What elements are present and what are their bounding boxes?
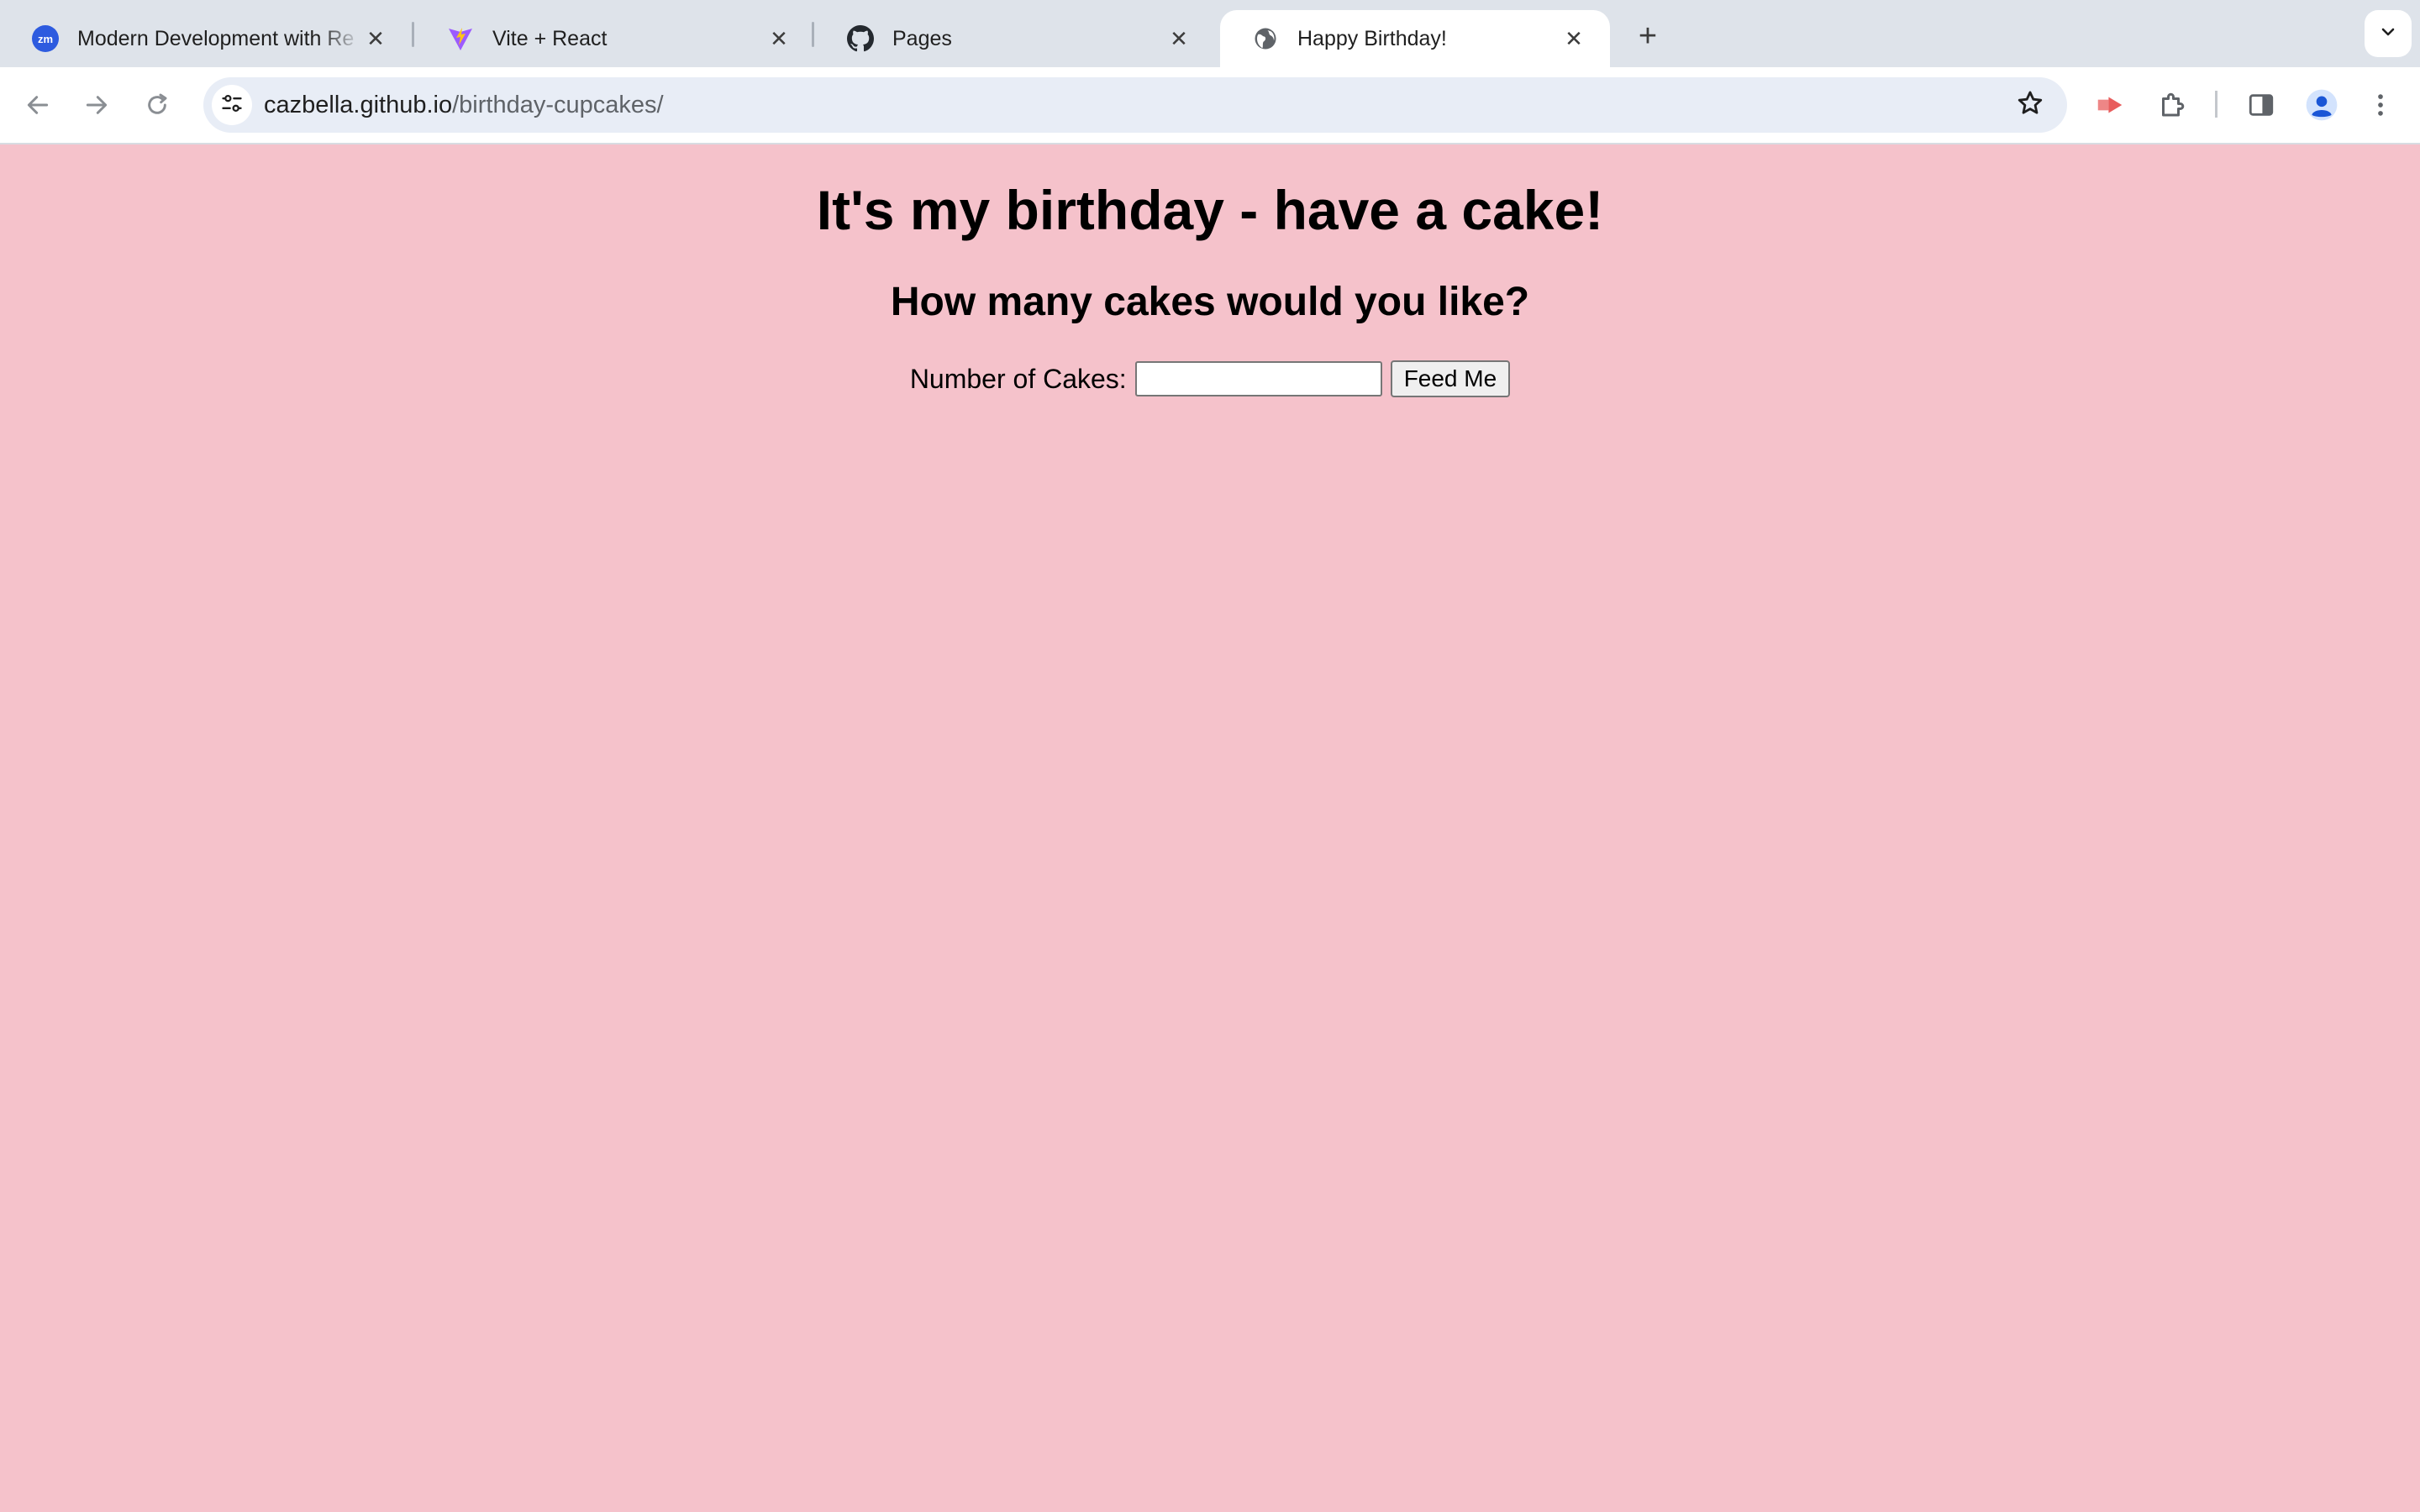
site-info-button[interactable] (212, 85, 252, 125)
vite-logo-icon (447, 25, 474, 52)
tab-title: Pages (892, 26, 952, 50)
tab-close-icon[interactable]: ✕ (361, 24, 390, 53)
extensions-button[interactable] (2151, 86, 2193, 128)
tab-title: Modern Development with Re (77, 26, 355, 50)
zoom-favicon-text: zm (38, 33, 53, 45)
url-host: cazbella.github.io (264, 92, 453, 118)
zoom-app-icon: zm (32, 25, 59, 52)
browser-toolbar: cazbella.github.io/birthday-cupcakes/ (0, 67, 2420, 144)
tab-search-button[interactable] (2365, 10, 2412, 57)
back-button[interactable] (17, 86, 59, 128)
side-panel-button[interactable] (2240, 86, 2282, 128)
cast-icon (2094, 89, 2126, 125)
forward-button[interactable] (76, 86, 118, 128)
page-subheading: How many cakes would you like? (890, 280, 1530, 324)
side-panel-icon (2247, 91, 2275, 123)
tab-vite-react[interactable]: Vite + React ✕ (415, 10, 815, 67)
url-path: /birthday-cupcakes/ (452, 92, 664, 118)
tab-modern-development[interactable]: zm Modern Development with Re ✕ (0, 10, 412, 67)
tab-title: Happy Birthday! (1297, 26, 1447, 50)
cake-count-label: Number of Cakes: (909, 363, 1127, 394)
url-text[interactable]: cazbella.github.io/birthday-cupcakes/ (264, 77, 664, 133)
puzzle-icon (2157, 90, 2187, 124)
avatar-icon (2305, 88, 2338, 126)
github-icon (847, 25, 874, 52)
page-content: It's my birthday - have a cake! How many… (0, 146, 2420, 1512)
arrow-right-icon (83, 92, 110, 123)
tab-close-icon[interactable]: ✕ (1560, 24, 1588, 53)
toolbar-separator (2215, 91, 2217, 118)
tab-strip: zm Modern Development with Re ✕ Vite + R… (0, 0, 2420, 67)
bookmark-button[interactable] (2010, 85, 2050, 125)
chevron-down-icon (2378, 22, 2398, 46)
tab-happy-birthday[interactable]: Happy Birthday! ✕ (1220, 10, 1610, 67)
feed-me-button[interactable]: Feed Me (1390, 360, 1511, 397)
page-heading: It's my birthday - have a cake! (816, 179, 1604, 241)
tab-separator (412, 22, 414, 47)
tab-separator (812, 22, 814, 47)
tune-icon (220, 92, 244, 119)
new-tab-button[interactable]: + (1627, 15, 1669, 57)
reload-icon (144, 92, 171, 123)
star-icon (2016, 89, 2044, 122)
tab-close-icon[interactable]: ✕ (765, 24, 793, 53)
tab-pages[interactable]: Pages ✕ (815, 10, 1215, 67)
cake-count-input[interactable] (1134, 361, 1382, 396)
globe-icon (1252, 25, 1279, 52)
tab-close-icon[interactable]: ✕ (1165, 24, 1193, 53)
profile-button[interactable] (2301, 86, 2343, 128)
tab-title: Vite + React (492, 26, 608, 50)
cake-form: Number of Cakes: Feed Me (0, 360, 2420, 398)
arrow-left-icon (24, 92, 51, 123)
browser-window: zm Modern Development with Re ✕ Vite + R… (0, 0, 2420, 1512)
kebab-menu-icon (2366, 91, 2395, 123)
address-bar[interactable]: cazbella.github.io/birthday-cupcakes/ (203, 77, 2067, 133)
cast-extension-button[interactable] (2089, 86, 2131, 128)
reload-button[interactable] (136, 86, 178, 128)
menu-button[interactable] (2360, 86, 2402, 128)
